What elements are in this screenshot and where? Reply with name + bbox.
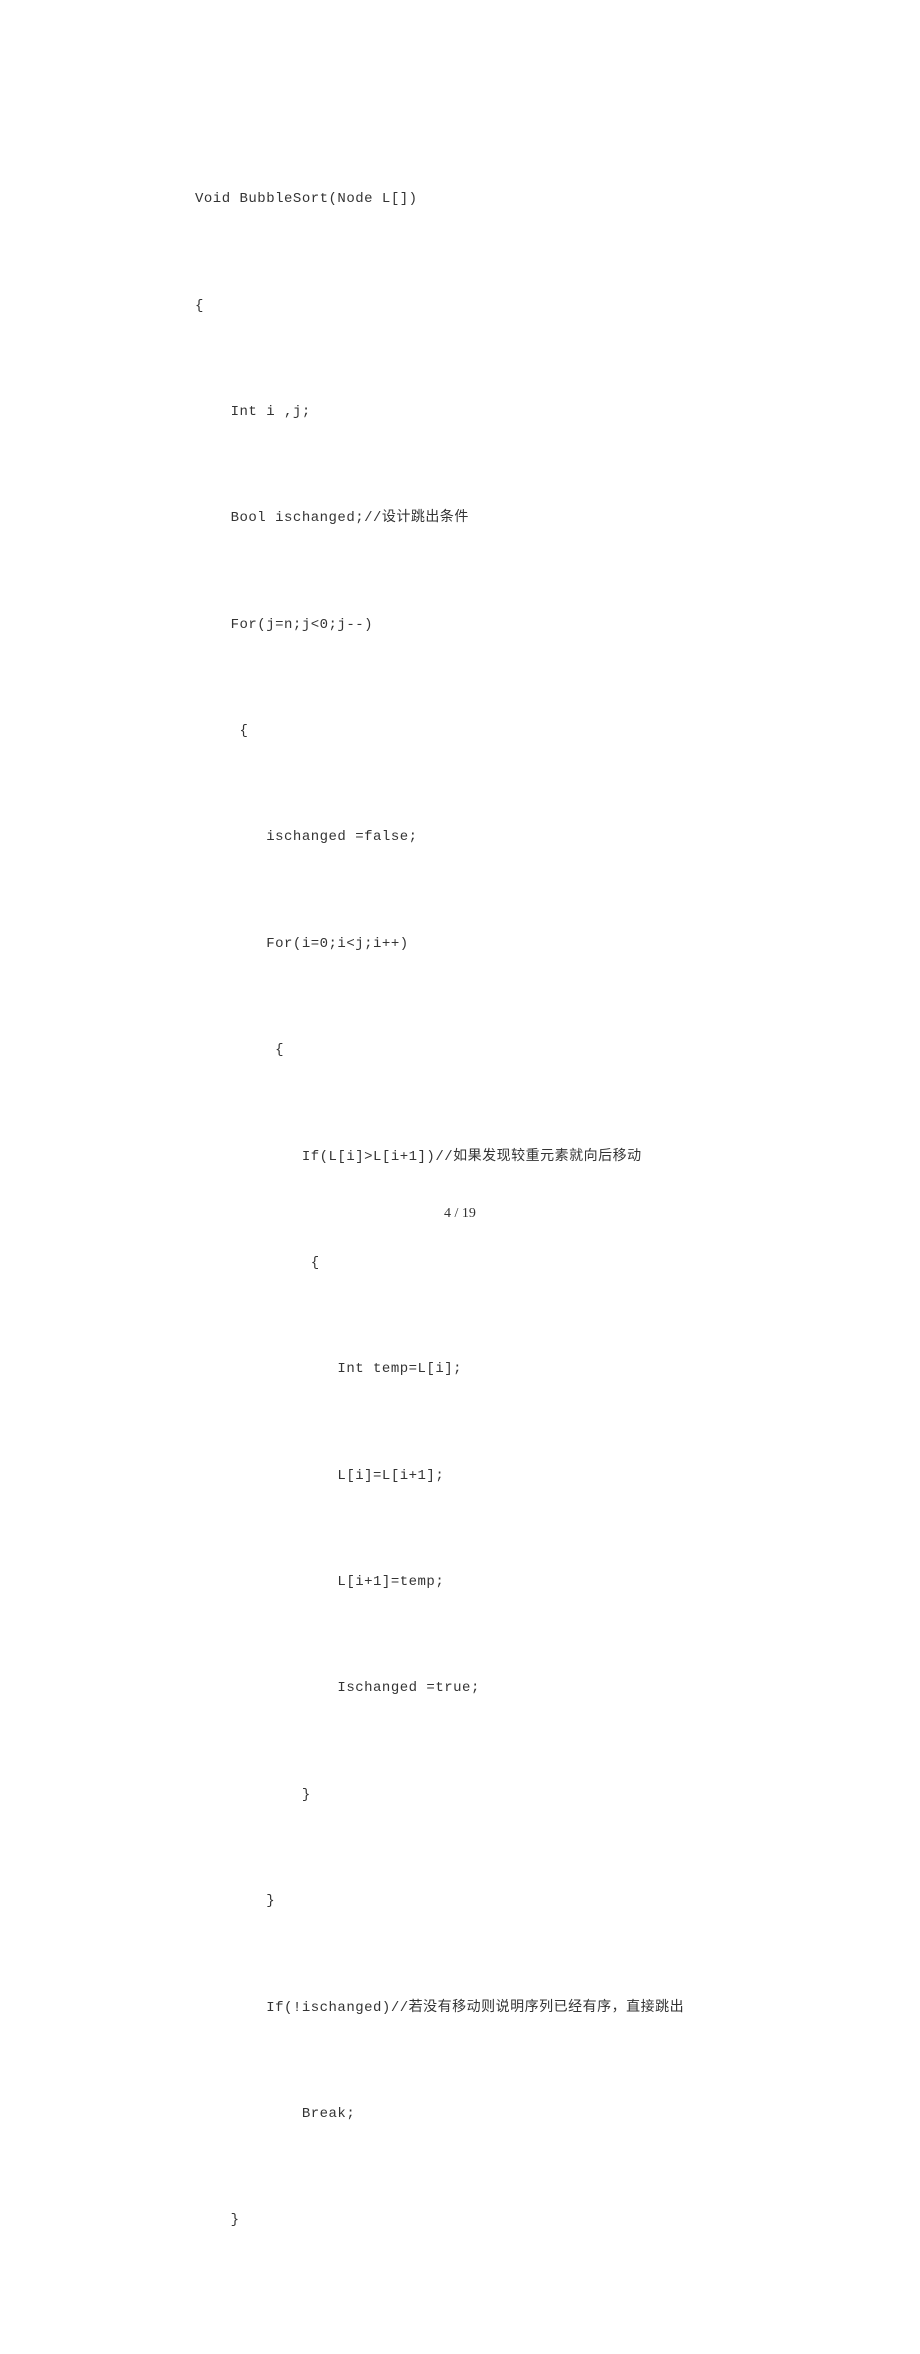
code-line: { bbox=[195, 1237, 725, 1290]
code-line: Bool ischanged;//设计跳出条件 bbox=[195, 492, 725, 545]
code-line: } bbox=[195, 1769, 725, 1822]
code-line: Int temp=L[i]; bbox=[195, 1343, 725, 1396]
code-line: L[i+1]=temp; bbox=[195, 1556, 725, 1609]
code-line: If(L[i]>L[i+1])//如果发现较重元素就向后移动 bbox=[195, 1131, 725, 1184]
code-line: For(i=0;i<j;i++) bbox=[195, 918, 725, 971]
page-footer: 4 / 19 bbox=[0, 1206, 920, 1222]
code-line: } bbox=[195, 1875, 725, 1928]
code-line: Int i ,j; bbox=[195, 386, 725, 439]
code-line: Void BubbleSort(Node L[]) bbox=[195, 173, 725, 226]
code-line: For(j=n;j<0;j--) bbox=[195, 599, 725, 652]
document-page: Void BubbleSort(Node L[]) { Int i ,j; Bo… bbox=[0, 0, 920, 1302]
code-line: { bbox=[195, 705, 725, 758]
code-line: } bbox=[195, 2194, 725, 2247]
code-line: Break; bbox=[195, 2088, 725, 2141]
code-line: { bbox=[195, 1024, 725, 1077]
code-line: ischanged =false; bbox=[195, 811, 725, 864]
code-line: { bbox=[195, 280, 725, 333]
page-number: 4 / 19 bbox=[444, 1206, 476, 1221]
code-line: Ischanged =true; bbox=[195, 1662, 725, 1715]
code-line: If(!ischanged)//若没有移动则说明序列已经有序，直接跳出 bbox=[195, 1982, 725, 2035]
code-block: Void BubbleSort(Node L[]) { Int i ,j; Bo… bbox=[195, 120, 725, 2354]
code-line: L[i]=L[i+1]; bbox=[195, 1450, 725, 1503]
